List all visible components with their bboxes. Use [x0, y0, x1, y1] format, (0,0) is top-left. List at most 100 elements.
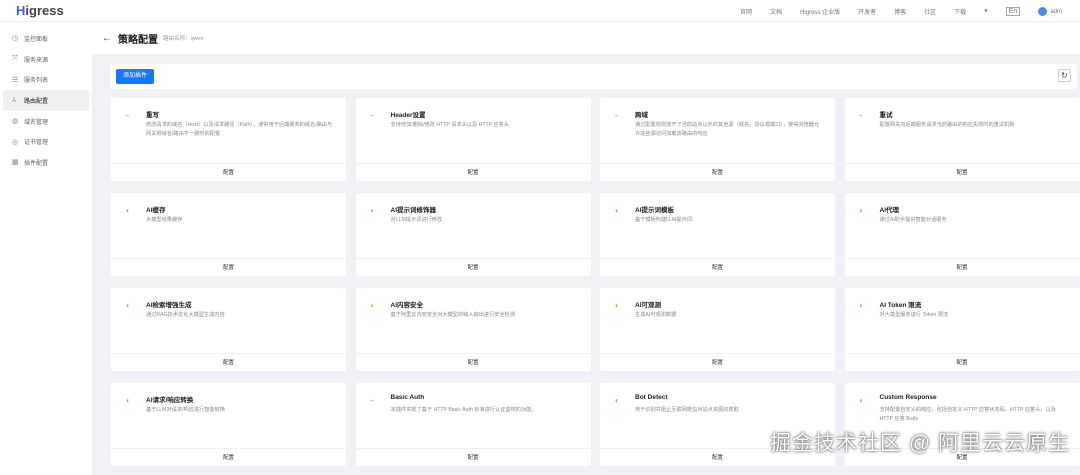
sidebar-item[interactable]: ⅄ 路由配置: [3, 90, 89, 111]
plugin-description: 基于阿里云内容安全对大模型的输入输出进行安全检测: [390, 312, 516, 318]
configure-button[interactable]: 配置: [844, 163, 1080, 181]
plug-icon: ⌁: [369, 111, 375, 120]
plugin-card: ◖ AI内容安全基于阿里云内容安全对大模型的输入输出进行安全检测配置: [354, 287, 592, 372]
user-menu[interactable]: adm: [1038, 6, 1080, 16]
configure-button[interactable]: 配置: [355, 163, 591, 181]
plugin-title: AI检索增强生成: [146, 302, 192, 309]
sidebar-item-label: 插件配置: [24, 160, 49, 167]
plugin-card: ◖ AI缓存 大模型结果缓存 配置: [110, 192, 347, 277]
configure-button[interactable]: 配置: [111, 163, 346, 181]
logo[interactable]: Higress: [16, 3, 64, 18]
sidebar-item-icon: ▦: [12, 159, 19, 167]
plugin-card: ◖ AI提示词修饰器 对LLM提示词进行修改 配置: [354, 192, 592, 277]
username: adm: [1050, 8, 1062, 15]
plugin-title: AI Token 限流: [879, 302, 922, 309]
logo-text: igress: [25, 3, 64, 18]
plugin-title: AI提示词模板: [635, 207, 674, 214]
ai-plugin-icon: ◖: [125, 301, 130, 310]
plugin-card: ◖ AI代理 通过AI助手提供智能对话服务 配置: [843, 192, 1080, 277]
configure-button[interactable]: 配置: [111, 258, 346, 276]
configure-button[interactable]: 配置: [844, 258, 1080, 276]
sidebar-item-label: 路由配置: [24, 98, 49, 105]
plugin-description: 配置网关向后端服务请求当前路由的响应失败时的重试机制: [879, 122, 1015, 128]
sidebar-item-label: 服务列表: [24, 78, 49, 85]
ai-plugin-icon: ◖: [858, 396, 864, 405]
plugin-title: Basic Auth: [390, 394, 425, 401]
sidebar-item-icon: ◎: [12, 138, 19, 146]
sidebar-item-icon: ◍: [12, 118, 19, 126]
configure-button[interactable]: 配置: [355, 448, 591, 466]
plugin-card: ⌁ Basic Auth 本插件实现了基于 HTTP Basic Auth 标准进行…: [354, 382, 592, 467]
toolbar: 添加插件 ↻: [110, 64, 1077, 89]
sidebar-item[interactable]: ⤧ 服务来源: [3, 49, 89, 70]
sidebar-item[interactable]: ◎ 证书管理: [3, 131, 89, 152]
configure-button[interactable]: 配置: [111, 448, 346, 466]
ai-plugin-icon: ◖: [858, 301, 864, 310]
top-nav-link[interactable]: 官网: [740, 7, 752, 16]
plugin-title: AI缓存: [146, 207, 166, 214]
plugin-title: AI可观测: [635, 302, 661, 309]
add-plugin-button[interactable]: 添加插件: [116, 69, 155, 84]
sidebar-item-icon: ⅄: [12, 97, 17, 105]
plugin-description: 基于LLM对请求/响应进行智能转换: [146, 407, 225, 413]
back-arrow-icon[interactable]: ←: [102, 33, 112, 44]
plugin-card: ◖ AI检索增强生成 通过RAG技术优化大模型生成内容 配置: [110, 287, 347, 372]
top-nav-link[interactable]: 社区: [924, 7, 936, 16]
sidebar-item-label: 证书管理: [24, 140, 49, 147]
sidebar-item-label: 服务来源: [24, 57, 49, 64]
plugin-grid: ⌁ 重写 修改请求的域名（Host）以及请求路径（Path），通常用于后端服务的域名…: [110, 97, 1080, 467]
watermark: 掘金技术社区 @ 阿里云云原生: [770, 432, 1070, 455]
configure-button[interactable]: 配置: [355, 258, 591, 276]
top-nav-link[interactable]: 文档: [770, 7, 782, 16]
sidebar-item[interactable]: ☰ 服务列表: [3, 69, 89, 90]
plugin-card: ⌁ 重试 配置网关向后端服务请求当前路由的响应失败时的重试机制 配置: [843, 97, 1080, 182]
plugin-title: 重试: [879, 112, 893, 119]
ai-plugin-icon: ◖: [614, 396, 619, 405]
ai-plugin-icon: ◖: [858, 206, 864, 215]
ai-plugin-icon: ◖: [125, 396, 130, 405]
route-name: 路由名称：qwen: [163, 36, 204, 42]
plug-icon: ⌁: [614, 111, 619, 120]
plugin-title: AI请求/响应转换: [146, 397, 194, 404]
ai-plugin-icon: ◖: [369, 206, 375, 215]
plugin-card: ⌁ Header设置 支持增加/删除/修改 HTTP 请求头以及 HTTP 应答头配…: [354, 97, 592, 182]
sidebar-item-icon: ◷: [12, 35, 19, 43]
sidebar-item[interactable]: ◍ 域名管理: [3, 111, 89, 132]
sidebar-item[interactable]: ▦ 插件配置: [3, 152, 89, 173]
top-nav-link[interactable]: 开发者: [858, 7, 876, 16]
sidebar-item-icon: ⤧: [12, 55, 18, 63]
ai-plugin-icon: ◖: [369, 301, 375, 310]
github-icon[interactable]: ●: [984, 8, 988, 14]
plugin-description: 用于识别并阻止互联网爬虫对站点资源的爬取: [635, 407, 739, 413]
plugin-description: 通过配置规则放开了当前站点以外的其他源（域名、协议或端口），使得浏览器允许这些源…: [635, 122, 820, 137]
refresh-icon[interactable]: ↻: [1058, 69, 1071, 82]
configure-button[interactable]: 配置: [600, 353, 835, 371]
page-title: 策略配置: [118, 34, 158, 46]
plugin-title: AI内容安全: [390, 302, 424, 309]
language-toggle[interactable]: En: [1005, 6, 1021, 16]
configure-button[interactable]: 配置: [844, 353, 1080, 371]
page-header: ← 策略配置 路由名称：qwen: [92, 22, 1080, 54]
top-nav-link[interactable]: 下载: [954, 7, 966, 16]
configure-button[interactable]: 配置: [600, 258, 835, 276]
plugin-description: 支持配置自定义的响应，包括自定义 HTTP 应答状态码、HTTP 应答头，以及 …: [879, 407, 1056, 422]
plugin-description: 大模型结果缓存: [146, 217, 183, 223]
plugin-card: ◖ AI可观测 生成AI可观测数据 配置: [599, 287, 836, 372]
plug-icon: ⌁: [125, 111, 130, 120]
configure-button[interactable]: 配置: [355, 353, 591, 371]
configure-button[interactable]: 配置: [600, 163, 835, 181]
plugin-title: AI提示词修饰器: [390, 207, 437, 214]
sidebar-item[interactable]: ◷ 监控面板: [3, 28, 89, 49]
top-nav-link[interactable]: Higress 企业版: [800, 7, 840, 16]
sidebar: ◷ 监控面板 ⤧ 服务来源 ☰ 服务列表 ⅄ 路由配置 ◍ 域名管理 ◎ 证书管理 ▦ 插件配置: [0, 22, 92, 475]
sidebar-item-label: 域名管理: [24, 119, 49, 126]
configure-button[interactable]: 配置: [111, 353, 346, 371]
plugin-card: ⌁ 重写 修改请求的域名（Host）以及请求路径（Path），通常用于后端服务的域名…: [110, 97, 347, 182]
ai-plugin-icon: ◖: [614, 301, 619, 310]
plugin-card: ⌁ 跨域 通过配置规则放开了当前站点以外的其他源（域名、协议或端口），使得浏览器允许…: [599, 97, 836, 182]
plugin-description: 支持增加/删除/修改 HTTP 请求头以及 HTTP 应答头: [390, 122, 510, 128]
top-nav-link[interactable]: 博客: [894, 7, 906, 16]
sidebar-item-icon: ☰: [12, 76, 19, 84]
plugin-card: ◖ AI请求/响应转换基于LLM对请求/响应进行智能转换配置: [110, 382, 347, 467]
plugin-card: ◖ AI Token 限流 对大模型服务进行 Token 限流 配置: [843, 287, 1080, 372]
